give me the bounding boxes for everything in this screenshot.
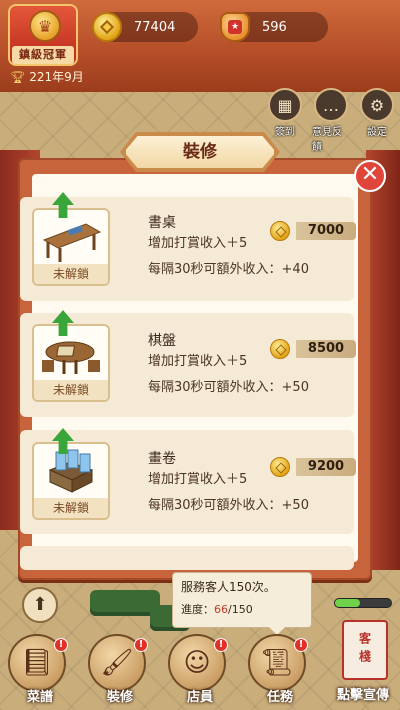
close-button[interactable]: ✕ xyxy=(354,160,386,192)
mission-tooltip[interactable]: 服務客人150次。 進度：66/150 xyxy=(172,572,312,635)
modal-title: 裝修 xyxy=(124,134,276,170)
progress-label: 進度： xyxy=(181,603,214,616)
coin-icon xyxy=(270,339,290,359)
inn-flag: 客棧 xyxy=(342,620,388,680)
date-text: 221年9月 xyxy=(29,70,84,84)
scroll-icon xyxy=(48,449,94,493)
coin-icon xyxy=(92,12,122,42)
nav-staff[interactable]: ☺ ! 店員 xyxy=(162,630,238,710)
promo-progress-bar xyxy=(334,598,392,608)
item-bonus: 增加打賞收入＋5 xyxy=(148,236,248,251)
progress-current: 66 xyxy=(214,603,228,616)
locked-label: 未解鎖 xyxy=(34,380,108,400)
rank-title: 鎮級冠軍 xyxy=(12,46,74,64)
top-bar: ♛ 鎮級冠軍 🏆︎ 221年9月 77404 ★ 596 xyxy=(0,0,400,92)
item-name: 畫卷 xyxy=(148,451,176,467)
upgrade-item-partial xyxy=(20,546,354,570)
calendar-icon: ▦ xyxy=(268,88,302,122)
feedback-label: 意見反饋 xyxy=(312,127,342,153)
rank-badge[interactable]: ♛ 鎮級冠軍 xyxy=(8,4,78,66)
scroll-up-button[interactable]: ⬆ xyxy=(22,587,58,623)
item-price[interactable]: 9200 xyxy=(296,458,356,476)
game-date: 🏆︎ 221年9月 xyxy=(10,68,84,85)
item-extra-income: 每隔30秒可額外收入：+40 xyxy=(148,262,309,277)
nav-decoration[interactable]: 🖌︎ ! 裝修 xyxy=(82,630,158,710)
locked-label: 未解鎖 xyxy=(34,264,108,284)
item-price[interactable]: 8500 xyxy=(296,340,356,358)
alert-badge: ! xyxy=(134,638,148,652)
item-name: 棋盤 xyxy=(148,333,176,349)
item-extra-income: 每隔30秒可額外收入：+50 xyxy=(148,498,309,513)
checkin-label: 簽到 xyxy=(275,127,295,138)
feedback-button[interactable]: … 意見反饋 xyxy=(312,88,350,153)
trophy-icon: 🏆︎ xyxy=(10,69,26,84)
reputation-shield-icon: ★ xyxy=(220,12,250,42)
alert-badge: ! xyxy=(294,638,308,652)
item-bonus: 增加打賞收入＋5 xyxy=(148,472,248,487)
nav-label: 任務 xyxy=(266,690,293,705)
desk-icon xyxy=(42,223,102,262)
chat-icon: … xyxy=(314,88,348,122)
coin-value: 77404 xyxy=(134,19,176,35)
crown-icon: ♛ xyxy=(29,10,61,42)
coin-icon xyxy=(270,457,290,477)
nav-label: 店員 xyxy=(186,690,213,705)
settings-button[interactable]: ⚙ 設定 xyxy=(358,88,396,153)
locked-label: 未解鎖 xyxy=(34,498,108,518)
nav-label: 菜譜 xyxy=(26,690,53,705)
item-thumbnail[interactable]: 未解鎖 xyxy=(32,324,110,402)
reputation-value: 596 xyxy=(262,19,287,35)
reputation-counter[interactable]: ★ 596 xyxy=(220,12,328,42)
alert-badge: ! xyxy=(214,638,228,652)
item-name: 書桌 xyxy=(148,215,176,231)
nav-tasks[interactable]: 📜︎ ! 任務 xyxy=(242,630,318,710)
side-buttons: ▦ 簽到 … 意見反饋 ⚙ 設定 xyxy=(266,88,396,153)
item-thumbnail[interactable]: 未解鎖 xyxy=(32,442,110,520)
progress-total: /150 xyxy=(228,603,253,616)
mission-text: 服務客人150次。 xyxy=(181,580,276,594)
go-board-icon xyxy=(42,341,100,374)
gear-icon: ⚙ xyxy=(360,88,394,122)
promo-progress-fill xyxy=(335,599,361,607)
coin-icon xyxy=(270,221,290,241)
nav-label: 裝修 xyxy=(106,690,133,705)
alert-badge: ! xyxy=(54,638,68,652)
item-price[interactable]: 7000 xyxy=(296,222,356,240)
mission-progress: 進度：66/150 xyxy=(181,601,303,617)
item-extra-income: 每隔30秒可額外收入：+50 xyxy=(148,380,309,395)
item-thumbnail[interactable]: 未解鎖 xyxy=(32,208,110,286)
promote-button[interactable]: 客棧 點擊宣傳 xyxy=(330,620,396,708)
promote-label: 點擊宣傳 xyxy=(336,688,389,703)
nav-recipes[interactable]: 📘︎ ! 菜譜 xyxy=(2,630,78,710)
settings-label: 設定 xyxy=(367,127,387,138)
coin-counter[interactable]: 77404 xyxy=(92,12,198,42)
item-bonus: 增加打賞收入＋5 xyxy=(148,354,248,369)
